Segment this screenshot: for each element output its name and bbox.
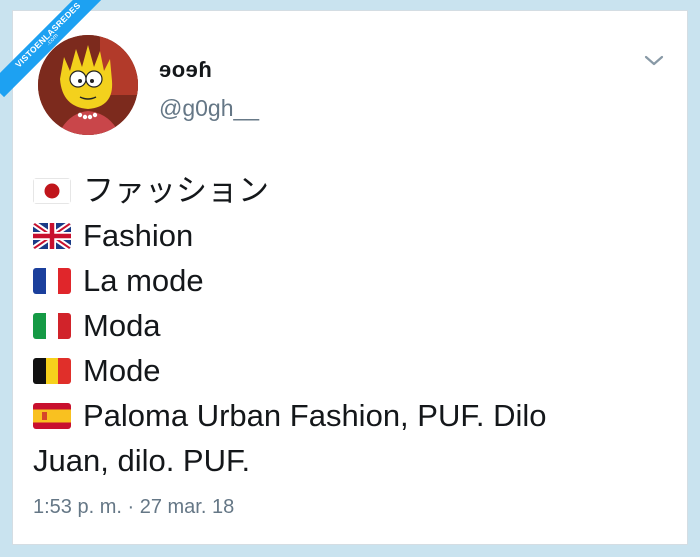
- line-text: Paloma Urban Fashion, PUF. Dilo: [83, 398, 547, 433]
- line-text: ファッション: [83, 173, 269, 208]
- line-text: Fashion: [83, 218, 194, 253]
- tweet-text: ファッション Fashion La mode Moda Mode Paloma …: [33, 168, 673, 483]
- line-text: La mode: [83, 263, 204, 298]
- uk-flag-icon: [33, 222, 71, 249]
- tweet-line: Moda: [33, 303, 673, 348]
- line-text: Moda: [83, 308, 161, 343]
- tweet-line: ファッション: [33, 168, 673, 213]
- chevron-down-icon[interactable]: [643, 49, 665, 71]
- tweet-line: La mode: [33, 258, 673, 303]
- display-name[interactable]: ɘoɘɦ: [159, 57, 212, 83]
- tweet-timestamp[interactable]: 1:53 p. m. · 27 mar. 18: [33, 496, 234, 519]
- tweet-line: Juan, dilo. PUF.: [33, 438, 673, 483]
- avatar[interactable]: [38, 35, 138, 135]
- line-text: Juan, dilo. PUF.: [33, 443, 251, 478]
- tweet-card: VISTOENLASREDES .com ɘoɘɦ @g0gh__ ファッション: [0, 0, 688, 545]
- spain-flag-icon: [33, 402, 71, 429]
- japan-flag-icon: [33, 177, 71, 204]
- tweet-line: Mode: [33, 348, 673, 393]
- tweet-line: Fashion: [33, 213, 673, 258]
- tweet-line: Paloma Urban Fashion, PUF. Dilo: [33, 393, 673, 438]
- france-flag-icon: [33, 267, 71, 294]
- user-handle[interactable]: @g0gh__: [159, 95, 259, 122]
- italy-flag-icon: [33, 312, 71, 339]
- line-text: Mode: [83, 353, 161, 388]
- belgium-flag-icon: [33, 357, 71, 384]
